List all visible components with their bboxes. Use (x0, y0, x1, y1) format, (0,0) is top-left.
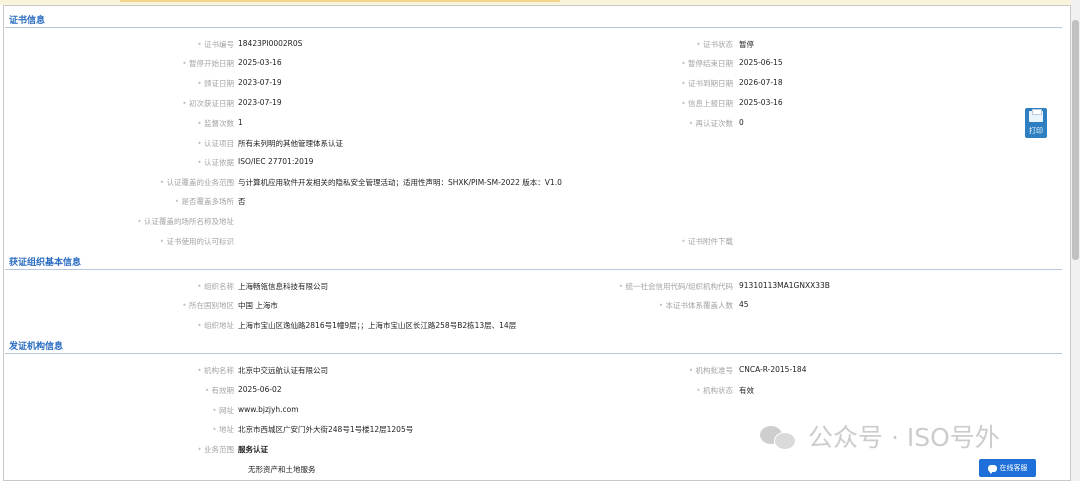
label-business-scope: 业务范围 (197, 444, 234, 455)
printer-icon (1029, 109, 1043, 122)
label-cert-status: 证书状态 (696, 39, 733, 50)
label-headcount: 本证书体系覆盖人数 (659, 300, 734, 311)
label-issuer-name: 机构名称 (197, 365, 234, 376)
value-cert-no: 18423PI0002R0S (238, 39, 303, 48)
section-title-organization: 获证组织基本信息 (9, 258, 82, 268)
label-cert-no: 证书编号 (197, 39, 234, 50)
value-valid-until: 2025-06-02 (238, 385, 282, 394)
online-service-label: 在线客服 (999, 464, 1028, 472)
wechat-icon (760, 424, 796, 450)
label-issue-date: 颁证日期 (197, 78, 234, 89)
value-org-name: 上海畅瓴信息科技有限公司 (238, 282, 328, 291)
label-org-name: 组织名称 (197, 281, 234, 292)
chat-bubble-icon (987, 464, 997, 474)
section-divider (5, 269, 1062, 270)
label-valid-until: 有效期 (205, 385, 235, 396)
business-scope-item: 无形资产和土地服务 (248, 465, 316, 474)
label-accreditation-mark: 证书使用的认可标识 (160, 236, 235, 247)
value-scope: 与计算机应用软件开发相关的隐私安全管理活动；适用性声明：SHXK/PIM-SM-… (238, 178, 562, 187)
label-scope: 认证覆盖的业务范围 (160, 177, 235, 188)
value-issuer-status: 有效 (739, 386, 754, 395)
watermark: 公众号 · ISO号外 (760, 420, 1000, 452)
value-credit-code: 91310113MA1GNXX33B (739, 281, 830, 290)
scrollbar-thumb[interactable] (1072, 20, 1079, 260)
label-suspend-end: 暂停结束日期 (681, 58, 733, 69)
print-button-label: 打印 (1029, 127, 1043, 135)
value-first-date: 2023-07-19 (238, 98, 282, 107)
value-approval-no: CNCA-R-2015-184 (739, 365, 807, 374)
label-suspend-start: 暂停开始日期 (182, 58, 234, 69)
value-suspend-end: 2025-06-15 (739, 58, 783, 67)
label-multi-site: 是否覆盖多场所 (175, 196, 235, 207)
value-issuer-name: 北京中交远航认证有限公司 (238, 366, 328, 375)
label-expiry-date: 证书到期日期 (681, 78, 733, 89)
label-report-date: 信息上报日期 (681, 98, 733, 109)
vertical-scrollbar[interactable] (1071, 0, 1080, 481)
value-surveillance-count: 1 (238, 118, 243, 127)
value-cert-status: 暂停 (739, 40, 754, 49)
section-divider (5, 27, 1062, 28)
value-issue-date: 2023-07-19 (238, 78, 282, 87)
label-website: 网址 (212, 405, 234, 416)
label-recert-count: 再认证次数 (689, 118, 734, 129)
value-org-address: 上海市宝山区逸仙路2816号1幢9层；；上海市宝山区长江路258号B2栋13层、… (238, 321, 517, 330)
value-region: 中国 上海市 (238, 301, 278, 310)
print-button[interactable]: 打印 (1025, 108, 1047, 138)
section-divider (5, 353, 1062, 354)
label-cert-basis: 认证依据 (197, 157, 234, 168)
value-cert-project: 所有未列明的其他管理体系认证 (238, 139, 343, 148)
label-site-names: 认证覆盖的场所名称及地址 (137, 216, 234, 227)
online-service-button[interactable]: 在线客服 (979, 459, 1036, 477)
value-issuer-address: 北京市西城区广安门外大街248号1号楼12层1205号 (238, 425, 414, 434)
value-recert-count: 0 (739, 118, 744, 127)
section-title-certificate: 证书信息 (9, 16, 46, 26)
value-headcount: 45 (739, 300, 749, 309)
label-issuer-address: 地址 (212, 424, 234, 435)
label-org-address: 组织地址 (197, 320, 234, 331)
top-notice-text-cropped (120, 0, 560, 2)
section-title-issuer: 发证机构信息 (9, 342, 64, 352)
label-credit-code: 统一社会信用代码/组织机构代码 (619, 281, 733, 292)
value-business-scope: 服务认证 (238, 445, 268, 454)
value-report-date: 2025-03-16 (739, 98, 783, 107)
label-approval-no: 机构批准号 (689, 365, 734, 376)
label-region: 所在国别地区 (182, 300, 234, 311)
label-first-date: 初次获证日期 (182, 98, 234, 109)
value-multi-site: 否 (238, 197, 246, 206)
label-surveillance-count: 监督次数 (197, 118, 234, 129)
value-suspend-start: 2025-03-16 (238, 58, 282, 67)
label-issuer-status: 机构状态 (696, 385, 733, 396)
value-website-link[interactable]: www.bjzjyh.com (238, 405, 299, 414)
value-expiry-date: 2026-07-18 (739, 78, 783, 87)
watermark-text: 公众号 · ISO号外 (808, 423, 1000, 452)
label-cert-project: 认证项目 (197, 138, 234, 149)
label-attachment: 证书附件下载 (681, 236, 733, 247)
value-cert-basis: ISO/IEC 27701:2019 (238, 157, 314, 166)
